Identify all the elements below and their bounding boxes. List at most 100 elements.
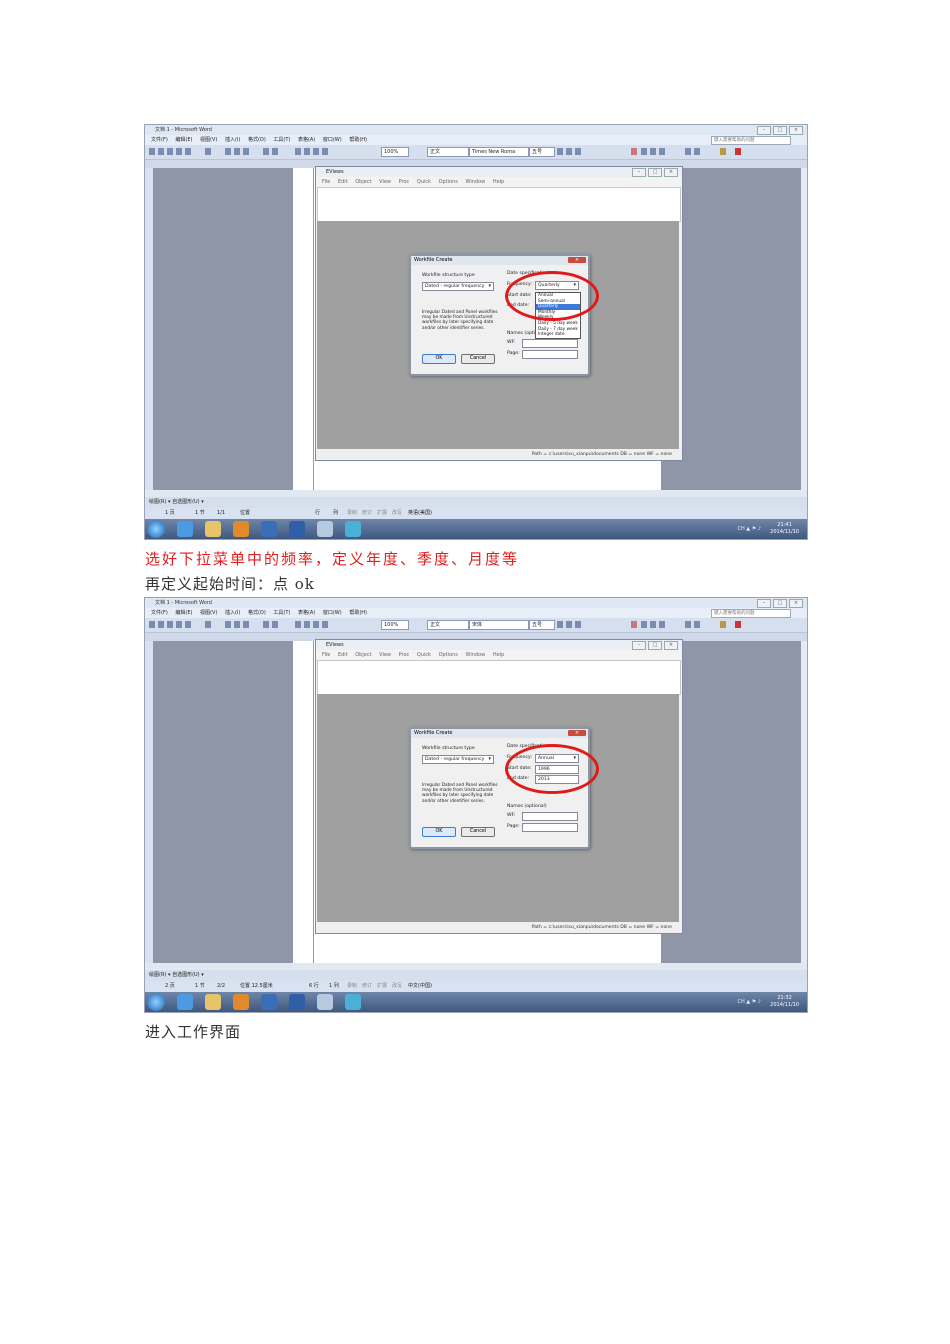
font-size-select[interactable]: 五号	[529, 147, 555, 157]
minimize-icon[interactable]: –	[757, 599, 771, 608]
font-select[interactable]: Times New Roma	[469, 147, 529, 157]
align-left-icon[interactable]	[641, 621, 647, 628]
horizontal-scrollbar[interactable]	[145, 963, 807, 970]
text-highlight-icon[interactable]	[720, 148, 726, 155]
minimize-icon[interactable]: –	[757, 126, 771, 135]
page-name-input[interactable]	[522, 350, 578, 359]
menu-file[interactable]: 文件(F)	[151, 135, 168, 145]
draw-toolbar-label[interactable]: 绘图(R) ▾ 自选图形(U) ▾	[149, 970, 204, 981]
cancel-button[interactable]: Cancel	[461, 827, 495, 837]
align-right-icon[interactable]	[659, 148, 665, 155]
status-track[interactable]: 修订	[362, 508, 372, 519]
open-icon[interactable]	[158, 621, 164, 628]
ok-button[interactable]: OK	[422, 354, 456, 364]
app-icon[interactable]	[261, 521, 277, 537]
style-select[interactable]: 正文	[427, 620, 469, 630]
menu-edit[interactable]: 编辑(E)	[175, 608, 192, 618]
eviews-command-window[interactable]	[317, 660, 681, 695]
hyperlink-icon[interactable]	[295, 148, 301, 155]
ev-menu-quick[interactable]: Quick	[417, 650, 431, 660]
numbering-icon[interactable]	[685, 621, 691, 628]
wf-name-input[interactable]	[522, 812, 578, 821]
status-overtype[interactable]: 改写	[392, 508, 402, 519]
word-icon[interactable]	[289, 521, 305, 537]
eviews-command-window[interactable]	[317, 187, 681, 222]
maximize-icon[interactable]: □	[648, 168, 662, 177]
menu-insert[interactable]: 插入(I)	[225, 135, 240, 145]
status-overtype[interactable]: 改写	[392, 981, 402, 992]
menu-format[interactable]: 格式(O)	[248, 608, 266, 618]
structure-type-select[interactable]: Dated - regular frequency	[422, 755, 494, 764]
print-icon[interactable]	[176, 148, 182, 155]
ev-menu-window[interactable]: Window	[466, 650, 486, 660]
ie-icon[interactable]	[177, 521, 193, 537]
system-tray-icon[interactable]: CH ▲ ⚑ ♪	[737, 999, 761, 1005]
close-icon[interactable]: ×	[789, 126, 803, 135]
numbering-icon[interactable]	[685, 148, 691, 155]
clock[interactable]: 21:32 2014/11/10	[770, 995, 799, 1008]
draw-toolbar-label[interactable]: 绘图(R) ▾ 自选图形(U) ▾	[149, 497, 204, 508]
maximize-icon[interactable]: □	[773, 599, 787, 608]
font-size-select[interactable]: 五号	[529, 620, 555, 630]
italic-icon[interactable]	[566, 621, 572, 628]
eviews-icon[interactable]	[345, 994, 361, 1010]
menu-table[interactable]: 表格(A)	[298, 608, 315, 618]
vertical-scrollbar[interactable]	[801, 168, 807, 490]
clock[interactable]: 21:41 2014/11/10	[770, 522, 799, 535]
align-center-icon[interactable]	[650, 148, 656, 155]
italic-icon[interactable]	[566, 148, 572, 155]
ev-menu-file[interactable]: File	[322, 650, 330, 660]
columns-icon[interactable]	[313, 148, 319, 155]
status-record[interactable]: 录制	[347, 508, 357, 519]
menu-view[interactable]: 视图(V)	[200, 135, 217, 145]
ev-menu-proc[interactable]: Proc	[399, 650, 410, 660]
align-center-icon[interactable]	[650, 621, 656, 628]
spell-check-icon[interactable]	[205, 148, 211, 155]
menu-window[interactable]: 窗口(W)	[323, 608, 342, 618]
menu-window[interactable]: 窗口(W)	[323, 135, 342, 145]
zoom-select[interactable]: 100%	[381, 620, 409, 630]
chart-app-icon[interactable]	[317, 994, 333, 1010]
status-track[interactable]: 修订	[362, 981, 372, 992]
explorer-icon[interactable]	[205, 521, 221, 537]
open-icon[interactable]	[158, 148, 164, 155]
copy-icon[interactable]	[234, 148, 240, 155]
undo-icon[interactable]	[263, 621, 269, 628]
underline-icon[interactable]	[575, 148, 581, 155]
ev-menu-view[interactable]: View	[379, 650, 391, 660]
chart-app-icon[interactable]	[317, 521, 333, 537]
app-icon[interactable]	[261, 994, 277, 1010]
bullets-icon[interactable]	[694, 621, 700, 628]
explorer-icon[interactable]	[205, 994, 221, 1010]
font-color-icon[interactable]	[735, 621, 741, 628]
zoom-select[interactable]: 100%	[381, 147, 409, 157]
option-daily-5[interactable]: Daily - 5 day week	[536, 321, 580, 327]
status-extend[interactable]: 扩展	[377, 508, 387, 519]
text-highlight-icon[interactable]	[720, 621, 726, 628]
menu-format[interactable]: 格式(O)	[248, 135, 266, 145]
undo-icon[interactable]	[263, 148, 269, 155]
highlight-icon[interactable]	[631, 621, 637, 628]
ev-menu-help[interactable]: Help	[493, 650, 504, 660]
align-left-icon[interactable]	[641, 148, 647, 155]
redo-icon[interactable]	[272, 621, 278, 628]
start-button[interactable]	[147, 993, 165, 1011]
preview-icon[interactable]	[185, 148, 191, 155]
menu-help[interactable]: 帮助(H)	[349, 608, 367, 618]
ev-menu-edit[interactable]: Edit	[338, 177, 348, 187]
menu-edit[interactable]: 编辑(E)	[175, 135, 192, 145]
columns-icon[interactable]	[313, 621, 319, 628]
paste-icon[interactable]	[243, 148, 249, 155]
ok-button[interactable]: OK	[422, 827, 456, 837]
ev-menu-object[interactable]: Object	[355, 650, 371, 660]
new-doc-icon[interactable]	[149, 621, 155, 628]
ev-menu-view[interactable]: View	[379, 177, 391, 187]
ev-menu-options[interactable]: Options	[439, 177, 458, 187]
align-right-icon[interactable]	[659, 621, 665, 628]
font-select[interactable]: 宋体	[469, 620, 529, 630]
ev-menu-edit[interactable]: Edit	[338, 650, 348, 660]
close-icon[interactable]: ×	[664, 641, 678, 650]
menu-tools[interactable]: 工具(T)	[273, 608, 290, 618]
save-icon[interactable]	[167, 148, 173, 155]
page-name-input[interactable]	[522, 823, 578, 832]
